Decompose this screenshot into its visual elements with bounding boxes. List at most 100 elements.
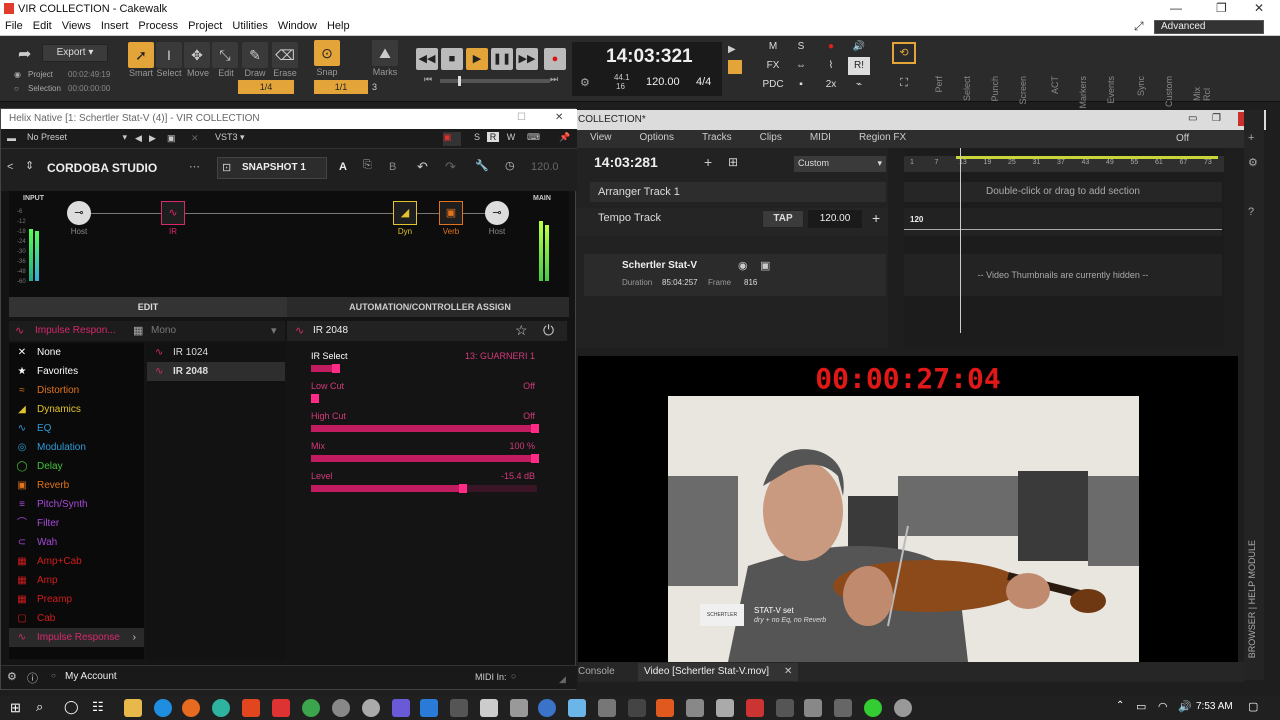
sidechain-button[interactable]: S (471, 132, 483, 142)
loop-region-bar[interactable] (956, 156, 1218, 159)
app-icon-14[interactable] (776, 699, 794, 717)
category-item[interactable]: ✕ None (9, 343, 144, 362)
model-item-ir-1024[interactable]: ∿ IR 1024 (147, 343, 285, 362)
param-slider-thumb[interactable] (531, 454, 539, 463)
metronome-toggle[interactable] (728, 60, 742, 74)
tempo-clock-icon[interactable]: ◷ (505, 159, 515, 172)
transport-position-slider[interactable] (440, 76, 550, 86)
video-track-row[interactable]: Schertler Stat-V Duration 85:04:257 Fram… (584, 254, 886, 296)
punch-icon[interactable]: ⛶ (892, 72, 916, 94)
brave-icon[interactable] (242, 699, 260, 717)
pdc-button[interactable]: PDC (762, 76, 784, 94)
menu-utilities[interactable]: Utilities (227, 18, 272, 34)
volume-icon[interactable]: 🔊 (1178, 700, 1192, 713)
panic-icon[interactable]: ⌁ (848, 76, 870, 94)
app-icon-1[interactable] (332, 699, 350, 717)
notifications-icon[interactable]: ▢ (1248, 700, 1258, 713)
undo-icon[interactable]: ↶ (417, 159, 428, 175)
loop-button[interactable]: ⟲ (892, 42, 916, 64)
compare-icon[interactable]: ▣ (443, 132, 461, 146)
param-slider-thumb[interactable] (311, 394, 319, 403)
app-icon-12[interactable] (716, 699, 734, 717)
param-slider-thumb[interactable] (531, 424, 539, 433)
app-icon-10[interactable] (628, 699, 646, 717)
speaker-icon[interactable]: 🔊 (848, 38, 870, 56)
category-item[interactable]: ∿ EQ (9, 419, 144, 438)
app-icon-5[interactable] (480, 699, 498, 717)
menu-insert[interactable]: Insert (96, 18, 134, 34)
param-value[interactable]: Off (523, 381, 535, 391)
param-row[interactable]: Mix 100 % (311, 441, 541, 469)
app-icon-7[interactable] (538, 699, 556, 717)
track-view-minimize-icon[interactable]: ▭ (1188, 113, 1197, 124)
category-name[interactable]: Impulse Respon... (35, 325, 116, 336)
stop-button[interactable]: ■ (441, 48, 463, 70)
track-filter-select[interactable]: Custom ▾ (794, 156, 886, 172)
add-tempo-icon[interactable]: + (872, 210, 880, 226)
project-radio[interactable]: ◉ (14, 70, 21, 79)
go-to-start-icon[interactable]: ⏮ (424, 74, 432, 85)
app-icon-11[interactable] (686, 699, 704, 717)
wifi-icon[interactable]: ◠ (1158, 700, 1168, 713)
module-events[interactable]: Events (1106, 76, 1116, 104)
tv-menu-midi[interactable]: MIDI (796, 130, 845, 145)
app-icon-3[interactable] (420, 699, 438, 717)
category-item[interactable]: ◎ Modulation (9, 438, 144, 457)
video-settings-icon[interactable]: ◉ (738, 259, 748, 272)
model-item-ir-2048[interactable]: ∿ IR 2048 (147, 362, 285, 381)
host-input-node[interactable]: ⊸ (67, 201, 91, 225)
module-select[interactable]: Select (962, 76, 972, 101)
edge-dev-icon[interactable] (212, 699, 230, 717)
preferences-gear-icon[interactable]: ⚙ (7, 670, 17, 683)
close-icon[interactable]: ✕ (1254, 1, 1264, 15)
app-icon-15[interactable] (804, 699, 822, 717)
tv-off-label[interactable]: Off (1176, 133, 1189, 144)
param-value[interactable]: 13: GUARNERI 1 (465, 351, 535, 361)
network-icon[interactable]: ▭ (1136, 700, 1146, 713)
next-marker-icon[interactable]: ▶ (728, 44, 742, 58)
plugin-format-select[interactable]: VST3 ▾ (215, 132, 251, 146)
delete-preset-icon[interactable]: ✕ (191, 133, 199, 144)
app-icon-13[interactable] (746, 699, 764, 717)
go-to-end-icon[interactable]: ⏭ (550, 74, 558, 85)
prev-preset-icon[interactable]: ◀ (135, 133, 142, 144)
param-value[interactable]: 100 % (509, 441, 535, 451)
start-windows-icon[interactable]: ⊞ (10, 700, 21, 716)
app-icon-16[interactable] (864, 699, 882, 717)
param-slider[interactable] (311, 364, 537, 373)
taskbar-search-icon[interactable]: ⌕ (36, 699, 43, 715)
menu-file[interactable]: File (0, 18, 28, 34)
edit-tool-button[interactable]: ⤡ (212, 42, 238, 68)
favorite-star-icon[interactable]: ☆ (515, 322, 528, 339)
module-punch[interactable]: Punch (990, 76, 1000, 102)
tempo-field[interactable]: 120.00 (646, 76, 680, 88)
opera-icon[interactable] (272, 699, 290, 717)
snapshot-select[interactable]: ⊡ SNAPSHOT 1 (217, 157, 327, 179)
dyn-block[interactable]: ◢ (393, 201, 417, 225)
write-automation-button[interactable]: W (505, 132, 517, 142)
param-slider[interactable] (311, 394, 537, 403)
param-row[interactable]: Low Cut Off (311, 381, 541, 409)
back-icon[interactable]: < (7, 161, 13, 173)
pin-icon[interactable]: 📌 (559, 132, 570, 143)
tempo-value-field[interactable]: 120.00 (808, 210, 862, 228)
read-automation-button[interactable]: R (487, 132, 499, 142)
wrench-icon[interactable]: 🔧 (475, 159, 489, 172)
fx-button[interactable]: FX (762, 57, 784, 75)
marks-icon[interactable]: ⛰ (372, 40, 398, 66)
export-arrow-icon[interactable]: ➦ (18, 44, 31, 64)
mute-all-button[interactable]: M (762, 38, 784, 56)
workspace-select[interactable]: Advanced (1154, 20, 1264, 34)
menu-process[interactable]: Process (133, 18, 183, 34)
double-speed-button[interactable]: 2x (820, 76, 842, 94)
firefox-icon[interactable] (182, 699, 200, 717)
param-slider[interactable] (311, 424, 539, 433)
erase-tool-button[interactable]: ⌫ (272, 42, 298, 68)
category-item[interactable]: ∿ Impulse Response › (9, 628, 144, 647)
menu-help[interactable]: Help (322, 18, 355, 34)
add-track-icon[interactable]: + (704, 154, 712, 170)
app-icon-2[interactable] (362, 699, 380, 717)
link-icon[interactable]: ⇔ (790, 57, 812, 75)
menu-project[interactable]: Project (183, 18, 227, 34)
slider-thumb[interactable] (458, 76, 461, 86)
